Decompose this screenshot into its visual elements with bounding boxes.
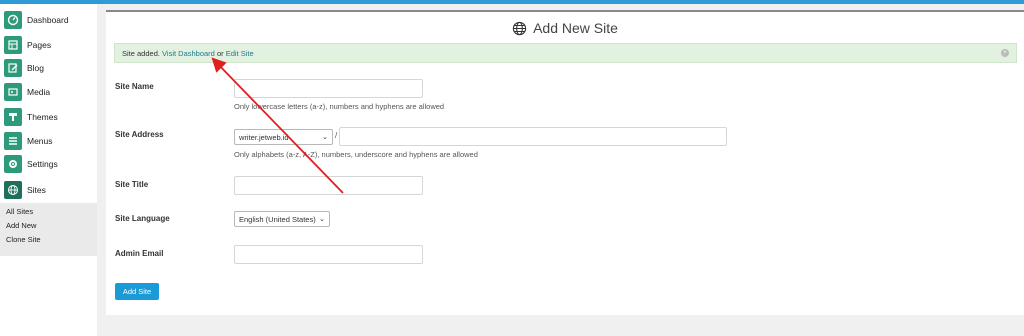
globe-icon (4, 181, 22, 199)
admin-email-input[interactable] (234, 245, 423, 264)
sidebar-item-label: Media (27, 87, 51, 97)
edit-site-link[interactable]: Edit Site (226, 49, 254, 58)
submenu-item-clone-site[interactable]: Clone Site (6, 235, 41, 244)
media-icon (4, 83, 22, 101)
notice-text: Site added. Visit Dashboard or Edit Site (122, 49, 254, 58)
site-title-label: Site Title (115, 180, 149, 189)
notice-middle: or (216, 49, 224, 58)
site-address-domain-select[interactable]: writer.jetweb.id ⌄ (234, 129, 333, 145)
sidebar-item-label: Dashboard (27, 15, 69, 25)
domain-value: writer.jetweb.id (239, 132, 289, 142)
sidebar-item-label: Settings (27, 159, 58, 169)
close-icon[interactable]: × (1001, 49, 1009, 57)
sidebar-item-media[interactable]: Media (0, 81, 97, 103)
site-name-hint: Only lowercase letters (a-z), numbers an… (234, 102, 445, 111)
chevron-down-icon: ⌄ (319, 216, 325, 223)
site-address-hint: Only alphabets (a-z, A-Z), numbers, unde… (234, 150, 478, 159)
top-bar (0, 0, 1024, 4)
site-name-input[interactable] (234, 79, 423, 98)
chevron-down-icon: ⌄ (322, 134, 328, 141)
site-language-label: Site Language (115, 214, 170, 223)
notice-prefix: Site added. (122, 49, 160, 58)
sidebar-item-menus[interactable]: Menus (0, 130, 97, 152)
submenu-item-all-sites[interactable]: All Sites (6, 207, 33, 216)
address-separator: / (335, 131, 338, 140)
sidebar-item-label: Sites (27, 185, 46, 195)
sidebar-item-label: Menus (27, 136, 53, 146)
menus-icon (4, 132, 22, 150)
site-title-input[interactable] (234, 176, 423, 195)
page-title: Add New Site (106, 20, 1024, 36)
sidebar: Dashboard Pages Blog Media Themes Menus … (0, 4, 97, 336)
sidebar-item-label: Themes (27, 112, 58, 122)
page-title-text: Add New Site (533, 20, 618, 36)
sidebar-item-label: Pages (27, 40, 52, 50)
sidebar-item-blog[interactable]: Blog (0, 57, 97, 79)
main-panel: Add New Site Site added. Visit Dashboard… (106, 10, 1024, 315)
sidebar-item-pages[interactable]: Pages (0, 34, 97, 56)
sites-submenu: All Sites Add New Clone Site (0, 203, 97, 256)
sidebar-item-dashboard[interactable]: Dashboard (0, 9, 97, 31)
sidebar-item-label: Blog (27, 63, 45, 73)
dashboard-icon (4, 11, 22, 29)
add-site-button[interactable]: Add Site (115, 283, 159, 300)
submenu-item-add-new[interactable]: Add New (6, 221, 36, 230)
blog-icon (4, 59, 22, 77)
themes-icon (4, 108, 22, 126)
site-language-select[interactable]: English (United States) ⌄ (234, 211, 330, 227)
admin-email-label: Admin Email (115, 249, 164, 258)
site-address-label: Site Address (115, 130, 164, 139)
globe-icon (512, 21, 527, 35)
pages-icon (4, 36, 22, 54)
site-address-path-input[interactable] (339, 127, 727, 146)
settings-icon (4, 155, 22, 173)
sidebar-item-themes[interactable]: Themes (0, 106, 97, 128)
site-name-label: Site Name (115, 82, 154, 91)
success-notice: Site added. Visit Dashboard or Edit Site… (114, 43, 1017, 63)
sidebar-item-settings[interactable]: Settings (0, 153, 97, 175)
sidebar-item-sites[interactable]: Sites (0, 179, 97, 201)
language-value: English (United States) (239, 214, 316, 224)
visit-dashboard-link[interactable]: Visit Dashboard (162, 49, 215, 58)
